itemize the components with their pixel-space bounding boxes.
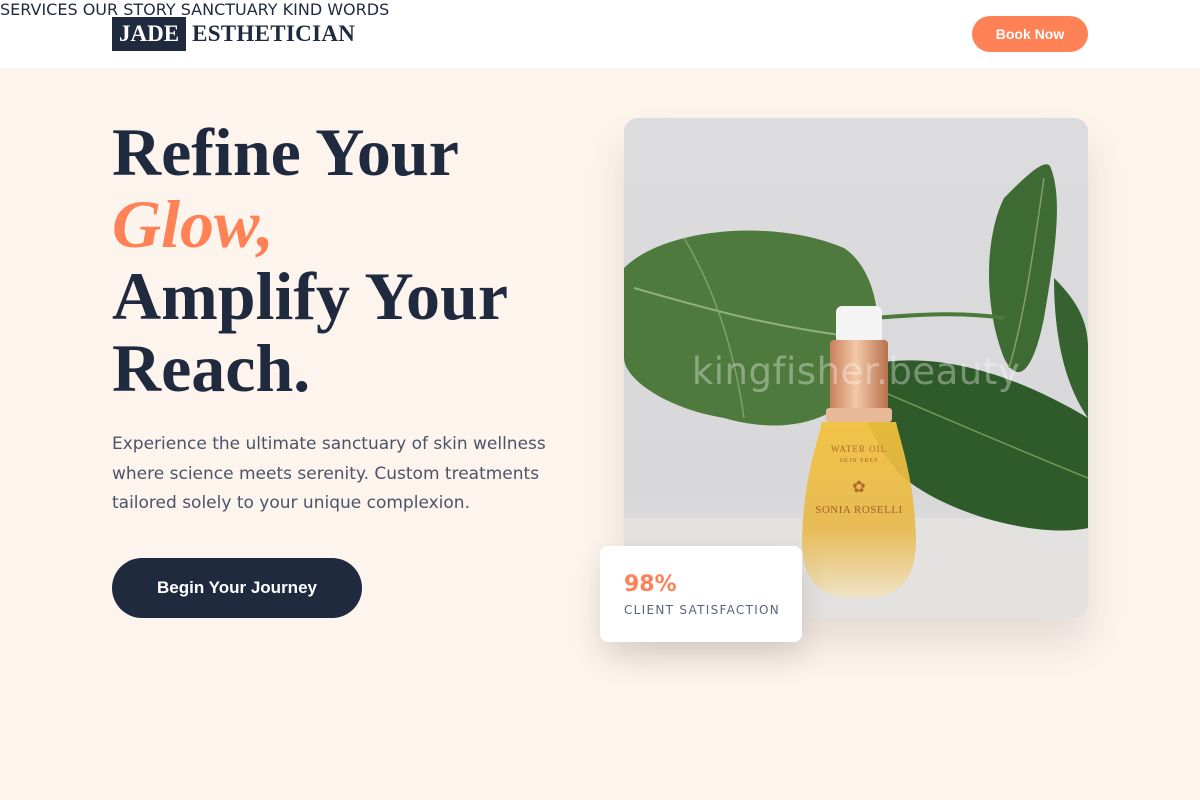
hero-title-line-3: Amplify Your <box>112 258 509 334</box>
hero-title-line-1: Refine Your <box>112 114 459 190</box>
product-label-2: SKIN PREP <box>839 458 879 464</box>
hero-title: Refine Your Glow, Amplify Your Reach. <box>112 116 508 404</box>
hero-description: Experience the ultimate sanctuary of ski… <box>112 434 546 513</box>
hero-title-line-4: Reach. <box>112 330 311 406</box>
satisfaction-value: 98% <box>624 572 677 597</box>
hero-product-photo: kingfisher.beauty WATER OIL SKIN PREP ✿ … <box>624 118 1088 618</box>
logo-mark: JADE <box>112 17 187 51</box>
begin-journey-button[interactable]: Begin Your Journey <box>112 558 362 618</box>
hero-title-accent: Glow, <box>112 186 274 262</box>
image-watermark: kingfisher.beauty <box>691 350 1021 393</box>
nav-services[interactable]: SERVICES <box>0 0 78 19</box>
product-brand: SONIA ROSELLI <box>815 504 903 516</box>
logo-wordmark: ESTHETICIAN <box>192 21 356 46</box>
satisfaction-card: 98% CLIENT SATISFACTION <box>600 546 802 642</box>
site-header: JADE ESTHETICIAN SERVICES OUR STORY SANC… <box>0 0 1200 68</box>
product-label-1: WATER OIL <box>830 444 888 454</box>
product-emblem-icon: ✿ <box>852 477 866 496</box>
satisfaction-label: CLIENT SATISFACTION <box>624 603 781 617</box>
book-now-button[interactable]: Book Now <box>972 16 1088 52</box>
logo[interactable]: JADE ESTHETICIAN <box>112 17 355 51</box>
